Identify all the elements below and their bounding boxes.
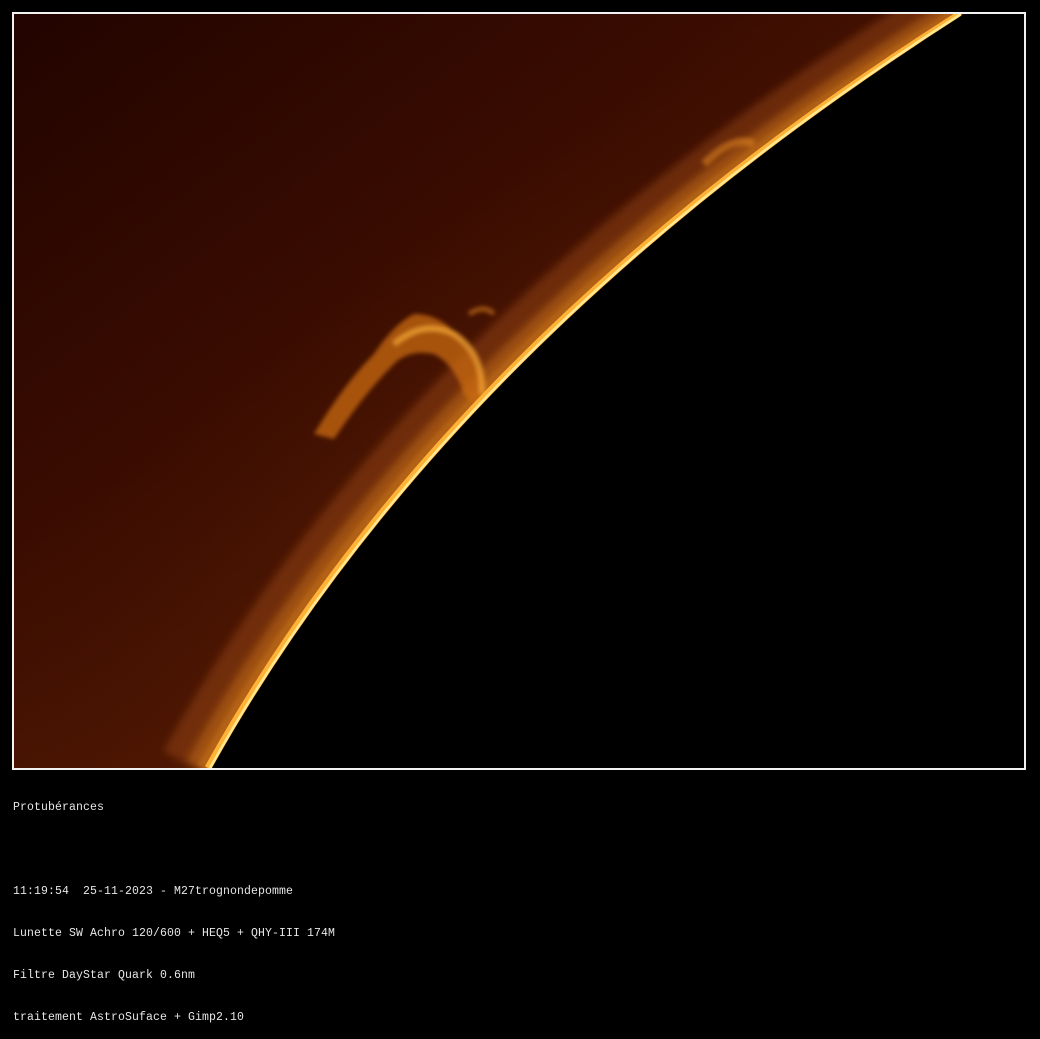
caption-title: Protubérances <box>13 801 105 814</box>
astro-photo-frame <box>12 12 1026 770</box>
photo-caption: Protubérances 11:19:54 25-11-2023 - M27t… <box>13 773 335 1039</box>
caption-filter: Filtre DayStar Quark 0.6nm <box>13 969 196 982</box>
caption-processing: traitement AstroSuface + Gimp2.10 <box>13 1011 245 1024</box>
caption-equipment: Lunette SW Achro 120/600 + HEQ5 + QHY-II… <box>13 927 336 940</box>
caption-timestamp-author: 11:19:54 25-11-2023 - M27trognondepomme <box>13 885 294 898</box>
solar-limb-image <box>14 14 1024 768</box>
